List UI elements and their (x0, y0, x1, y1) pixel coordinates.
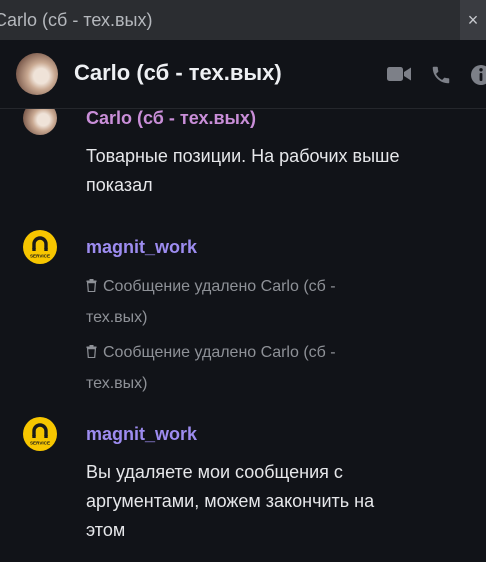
window-titlebar: Carlo (сб - тех.вых) × (0, 0, 486, 40)
message-list[interactable]: Carlo (сб - тех.вых) Товарные позиции. Н… (0, 109, 486, 562)
deleted-message-text: Сообщение удалено Carlo (сб - тех.вых) (86, 344, 336, 392)
message-author[interactable]: magnit_work (86, 237, 197, 258)
author-avatar[interactable]: SERVICE (23, 417, 57, 451)
avatar-service-label: SERVICE (30, 254, 50, 259)
contact-name[interactable]: Carlo (сб - тех.вых) (74, 60, 282, 86)
message-author[interactable]: Carlo (сб - тех.вых) (86, 109, 256, 129)
info-icon[interactable] (470, 64, 486, 86)
deleted-message-text: Сообщение удалено Carlo (сб - тех.вых) (86, 278, 336, 326)
chat-header: Carlo (сб - тех.вых) (0, 40, 486, 109)
message-text: Товарные позиции. На рабочих выше показа… (86, 146, 400, 195)
contact-avatar[interactable] (16, 53, 58, 95)
author-avatar[interactable] (23, 109, 57, 135)
video-camera-icon[interactable] (386, 64, 412, 84)
author-avatar[interactable]: SERVICE (23, 230, 57, 264)
avatar-service-label: SERVICE (30, 441, 50, 446)
deleted-message: Сообщение удалено Carlo (сб - тех.вых) (86, 337, 396, 399)
magnet-icon: SERVICE (30, 236, 50, 259)
window-title: Carlo (сб - тех.вых) (0, 10, 153, 30)
deleted-message: Сообщение удалено Carlo (сб - тех.вых) (86, 271, 396, 333)
phone-icon[interactable] (430, 64, 452, 86)
message-author[interactable]: magnit_work (86, 424, 197, 445)
close-icon[interactable]: × (460, 0, 486, 40)
magnet-icon: SERVICE (30, 423, 50, 446)
trash-icon (86, 279, 97, 292)
trash-icon (86, 345, 97, 358)
message-text: Вы удаляете мои сообщения с аргументами,… (86, 462, 375, 540)
